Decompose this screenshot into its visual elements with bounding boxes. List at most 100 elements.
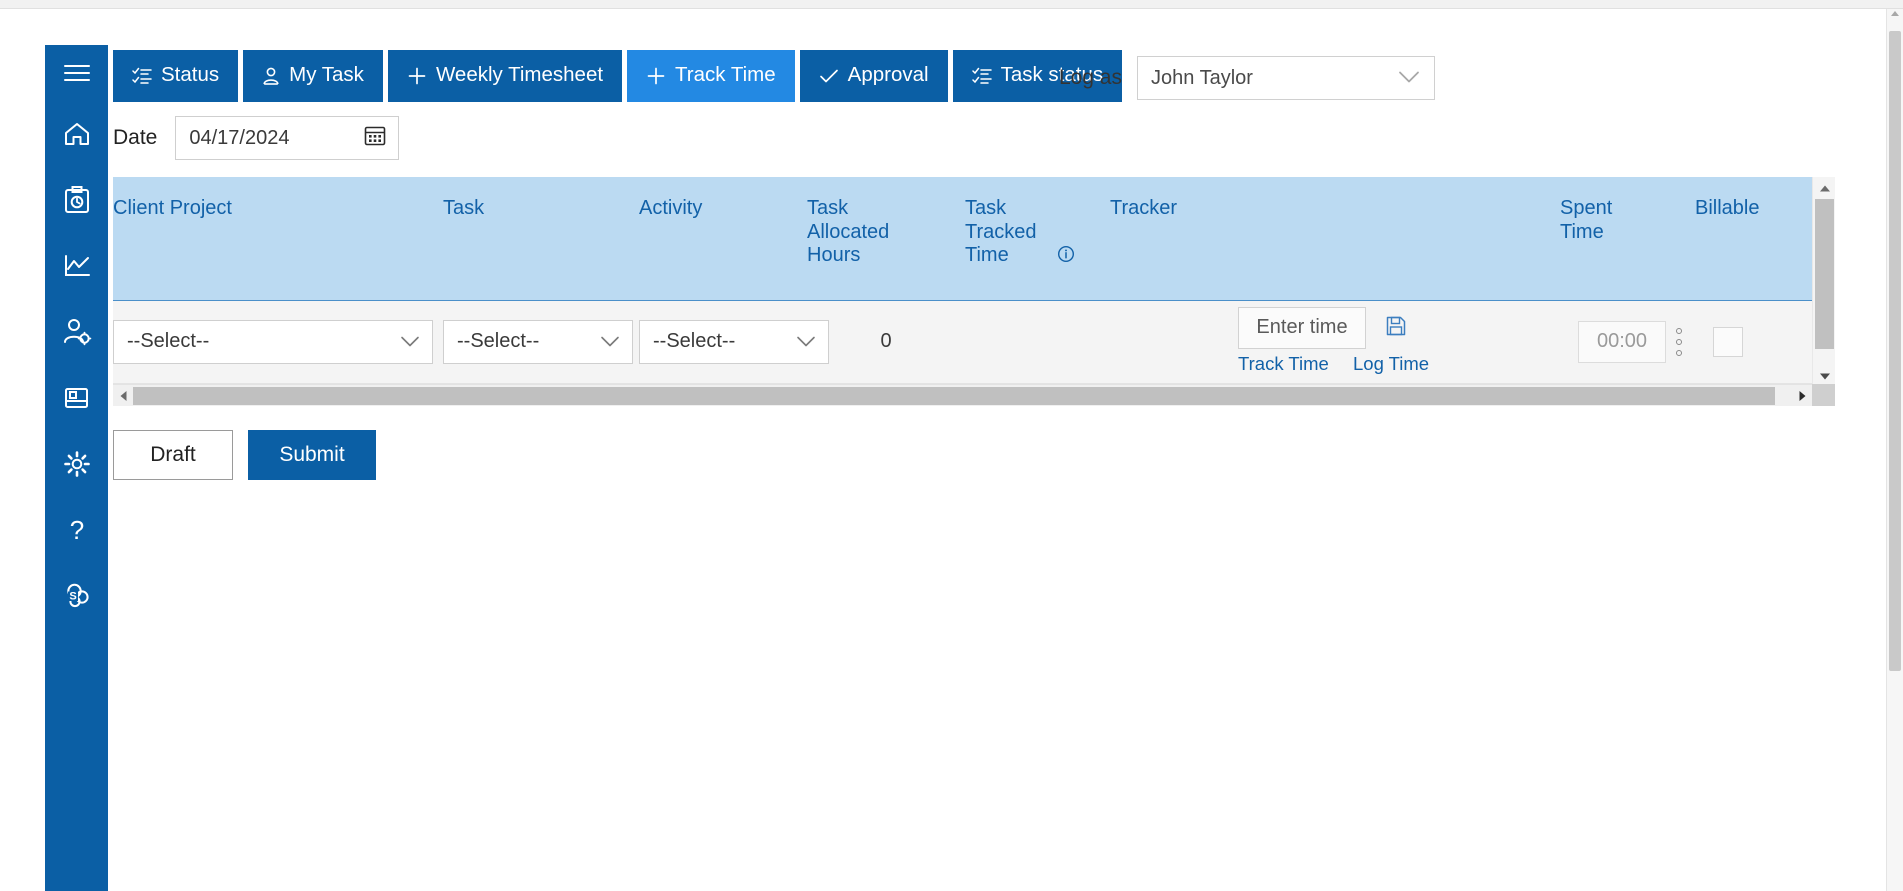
tab-label: Approval (847, 63, 929, 87)
col-header-label: Task (443, 197, 485, 219)
sidebar-item-home[interactable] (45, 101, 108, 167)
task-value: --Select-- (457, 330, 540, 352)
hscroll-right-arrow[interactable] (1792, 385, 1812, 406)
track-time-link[interactable]: Track Time (1238, 353, 1329, 375)
sidebar-item-hamburger-menu[interactable] (45, 45, 108, 101)
col-header-billable[interactable]: Billable (1695, 177, 1812, 301)
app-root: ? S Status My Task Weekly Timesheet Trac… (0, 0, 1903, 891)
question-mark-icon: ? (64, 515, 90, 545)
col-header-task-allocated-hours[interactable]: Task Allocated Hours (807, 177, 965, 301)
client-project-select[interactable]: --Select-- (113, 319, 433, 364)
sidebar-item-user-settings[interactable] (45, 299, 108, 365)
tab-status[interactable]: Status (113, 50, 239, 102)
kebab-dot (1676, 327, 1682, 334)
spent-time-value: 00:00 (1596, 330, 1648, 352)
col-header-tracker[interactable]: Tracker (1110, 177, 1560, 301)
cell-spent-time: 00:00 (1560, 300, 1695, 384)
cell-activity: --Select-- (639, 300, 829, 384)
col-header-spent-time[interactable]: Spent Time (1560, 177, 1695, 301)
grid-vertical-scrollbar[interactable] (1812, 177, 1835, 387)
browser-scroll-up-arrow[interactable] (1891, 11, 1899, 16)
tab-track-time[interactable]: Track Time (627, 50, 795, 102)
col-header-label: Tracker (1110, 197, 1178, 219)
cell-client-project: --Select-- (113, 300, 443, 384)
spent-time-controls: 00:00 (1560, 320, 1695, 363)
sharepoint-icon: S (62, 581, 92, 611)
draft-button[interactable]: Draft (113, 430, 233, 480)
cell-task-tracked-time (965, 300, 1110, 384)
tab-label: My Task (289, 63, 364, 87)
billable-checkbox[interactable] (1713, 326, 1743, 357)
tab-my-task[interactable]: My Task (243, 50, 383, 102)
activity-select[interactable]: --Select-- (639, 319, 829, 364)
client-project-value: --Select-- (127, 330, 210, 352)
col-header-task-tracked-time[interactable]: Task Tracked Time (965, 177, 1110, 301)
person-icon (262, 67, 280, 86)
col-header-label: Spent Time (1560, 197, 1613, 243)
hscroll-thumb[interactable] (133, 386, 1775, 405)
chevron-down-icon (1398, 67, 1420, 90)
log-as-select[interactable]: John Taylor (1137, 56, 1435, 100)
home-icon (62, 120, 92, 148)
table-row: --Select-- --Select-- --Select-- 0 Enter… (113, 300, 1812, 384)
plus-icon (407, 66, 427, 86)
checklist-icon (132, 67, 152, 85)
calendar-icon[interactable] (364, 124, 386, 152)
col-header-activity[interactable]: Activity (639, 177, 807, 301)
log-as-label: Log as (1058, 66, 1122, 89)
tab-label: Weekly Timesheet (435, 63, 604, 87)
floppy-save-icon[interactable] (1385, 315, 1407, 342)
hamburger-icon (63, 63, 91, 83)
browser-vertical-scrollbar[interactable] (1886, 9, 1903, 891)
sidebar-item-reports[interactable] (45, 233, 108, 299)
vscroll-thumb[interactable] (1815, 199, 1834, 349)
gear-icon (62, 449, 92, 479)
sidebar-item-help[interactable]: ? (45, 497, 108, 563)
tab-label: Status (161, 63, 220, 87)
cell-task: --Select-- (443, 300, 639, 384)
check-icon (819, 68, 839, 84)
grid-body: Client Project Task Activity Task Alloca… (113, 177, 1835, 406)
date-input[interactable]: 04/17/2024 (175, 116, 400, 160)
col-header-label: Activity (639, 197, 703, 219)
date-value: 04/17/2024 (189, 126, 290, 149)
grid-scroll-viewport: Client Project Task Activity Task Alloca… (113, 177, 1812, 406)
cell-tracker: Enter time Track Time Log Time (1110, 300, 1560, 384)
hscroll-left-arrow[interactable] (113, 385, 133, 406)
spent-time-input[interactable]: 00:00 (1578, 320, 1666, 363)
activity-value: --Select-- (653, 330, 736, 352)
date-label: Date (113, 126, 158, 149)
sidebar-item-settings[interactable] (45, 431, 108, 497)
enter-time-label: Enter time (1256, 316, 1348, 338)
left-sidebar: ? S (45, 45, 108, 891)
vscroll-up-arrow[interactable] (1813, 177, 1836, 199)
sidebar-item-timesheet[interactable] (45, 167, 108, 233)
grid-horizontal-scrollbar[interactable] (113, 383, 1812, 406)
kebab-menu-icon[interactable] (1676, 327, 1682, 356)
tab-weekly-timesheet[interactable]: Weekly Timesheet (387, 50, 623, 102)
kebab-dot (1676, 349, 1682, 356)
info-icon[interactable] (1057, 245, 1075, 269)
track-time-grid: Client Project Task Activity Task Alloca… (113, 177, 1835, 406)
browser-scroll-thumb[interactable] (1889, 31, 1901, 671)
page-left-gutter (0, 9, 45, 891)
log-time-link[interactable]: Log Time (1353, 353, 1429, 375)
clipboard-clock-icon (63, 185, 91, 215)
col-header-label: Client Project (113, 197, 232, 219)
svg-text:?: ? (69, 515, 83, 545)
top-tab-bar: Status My Task Weekly Timesheet Track Ti… (113, 50, 1123, 102)
col-header-task[interactable]: Task (443, 177, 639, 301)
sidebar-item-sharepoint[interactable]: S (45, 563, 108, 629)
col-header-client-project[interactable]: Client Project (113, 177, 443, 301)
page-top-gutter (0, 0, 1903, 9)
tab-approval[interactable]: Approval (799, 50, 948, 102)
cell-task-allocated-hours: 0 (807, 300, 965, 384)
log-as-value: John Taylor (1151, 66, 1253, 89)
save-board-icon (62, 384, 92, 412)
sidebar-item-save-board[interactable] (45, 365, 108, 431)
enter-time-button[interactable]: Enter time (1238, 306, 1366, 349)
date-filter-group: Date 04/17/2024 (113, 116, 400, 160)
chevron-down-icon (600, 330, 620, 353)
task-select[interactable]: --Select-- (443, 319, 633, 364)
submit-button[interactable]: Submit (248, 430, 376, 480)
